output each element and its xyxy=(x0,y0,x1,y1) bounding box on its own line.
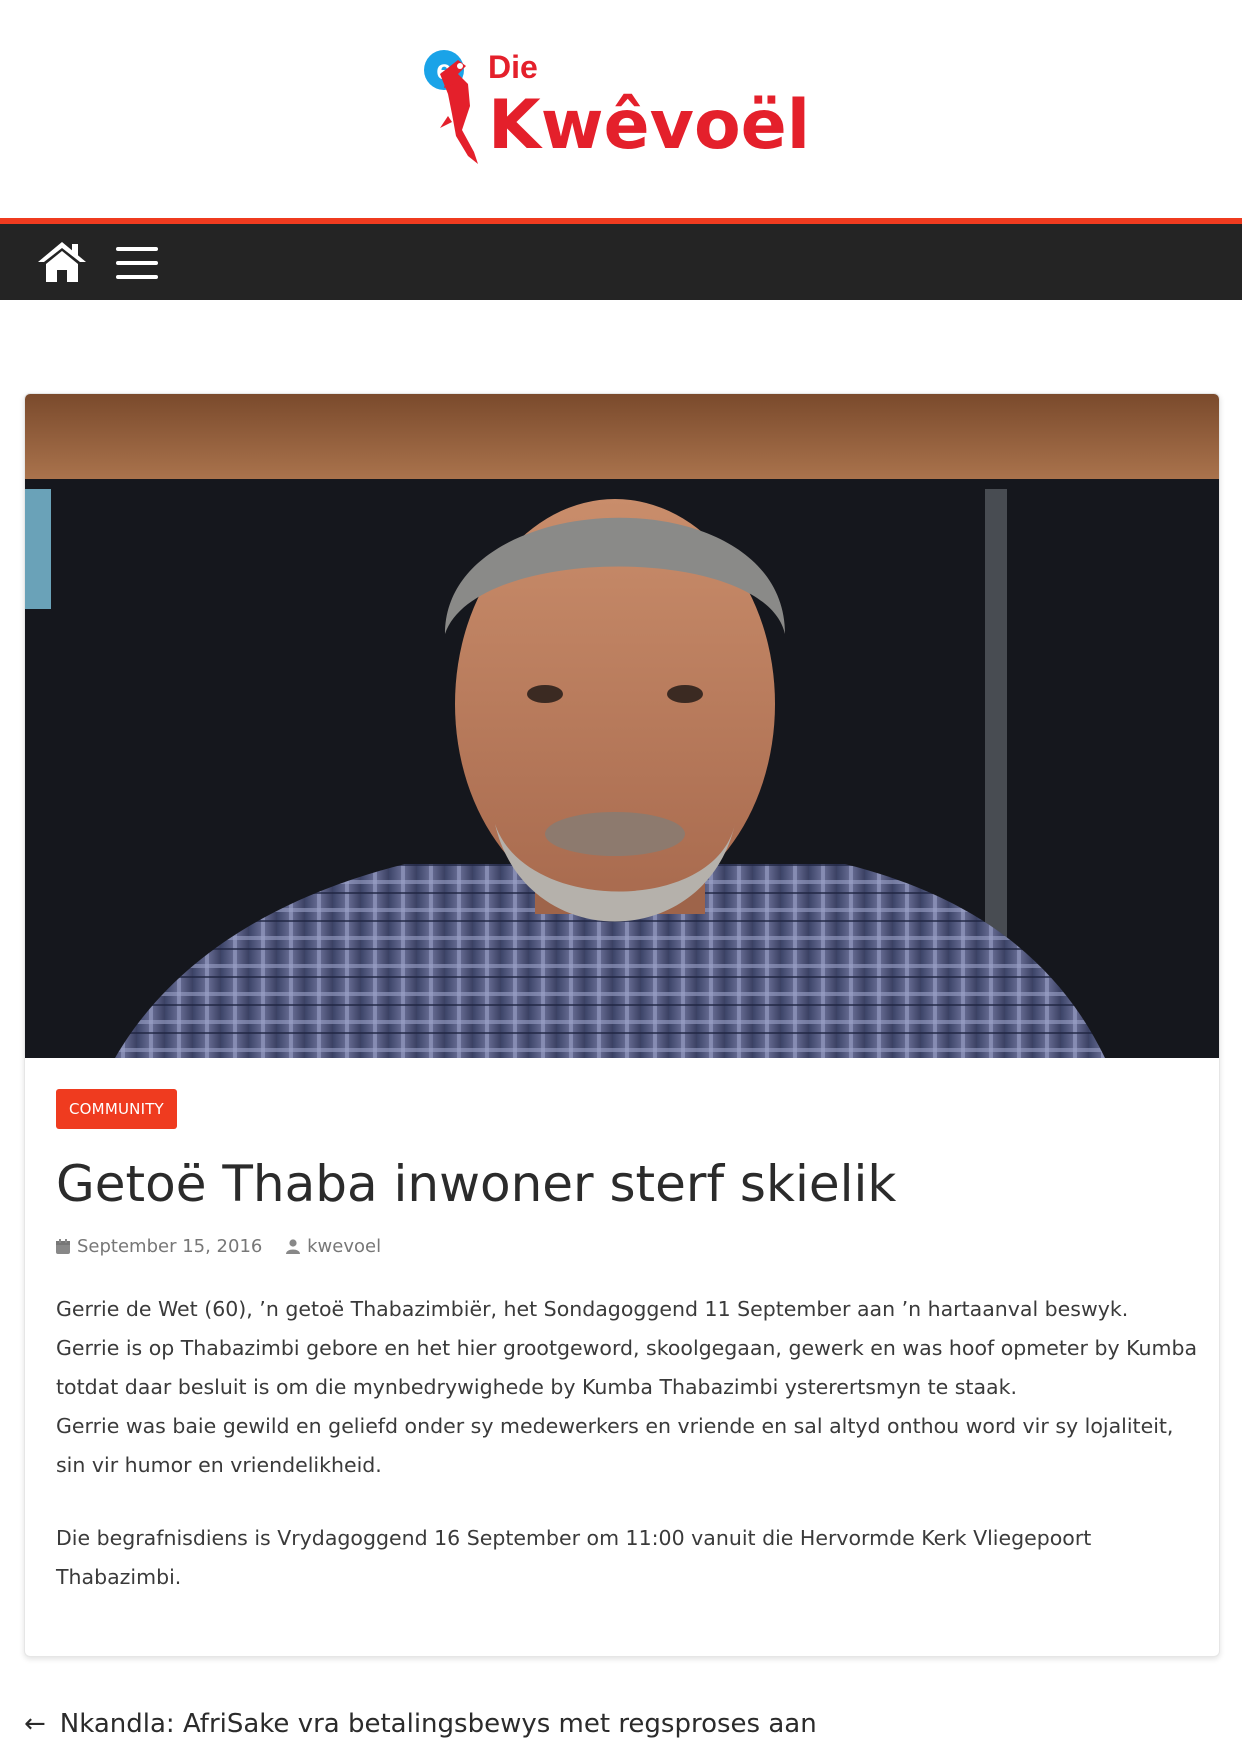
post-author[interactable]: kwevoel xyxy=(286,1236,381,1257)
article-paragraph: Gerrie de Wet (60), ’n getoë Thabazimbië… xyxy=(56,1297,1129,1321)
logo-die-text: Die xyxy=(488,49,538,85)
calendar-icon xyxy=(56,1239,70,1254)
article-paragraph: Gerrie was baie gewild en geliefd onder … xyxy=(56,1414,1174,1477)
article-title: Getoë Thaba inwoner sterf skielik xyxy=(56,1155,897,1213)
site-header: e Die Kwêvoël xyxy=(0,0,1242,218)
bird-icon xyxy=(440,60,478,164)
home-button[interactable] xyxy=(36,238,88,286)
article-paragraph: Die begrafnisdiens is Vrydagoggend 16 Se… xyxy=(56,1526,1092,1589)
site-logo[interactable]: e Die Kwêvoël xyxy=(418,44,818,170)
arrow-left-icon: ← xyxy=(24,1709,46,1739)
user-icon xyxy=(286,1239,301,1254)
logo-kwevoel-text: Kwêvoël xyxy=(488,86,810,165)
hamburger-menu-icon xyxy=(116,247,158,279)
home-icon xyxy=(38,242,86,282)
article-meta: September 15, 2016 kwevoel xyxy=(56,1236,399,1260)
featured-image[interactable] xyxy=(25,394,1219,1058)
article-body: Gerrie de Wet (60), ’n getoë Thabazimbië… xyxy=(56,1290,1206,1597)
article-card: COMMUNITY Getoë Thaba inwoner sterf skie… xyxy=(24,393,1220,1657)
article-paragraph: Gerrie is op Thabazimbi gebore en het hi… xyxy=(56,1336,1198,1399)
main-navigation-bar xyxy=(0,224,1242,300)
menu-toggle-button[interactable] xyxy=(114,244,162,282)
post-author-text: kwevoel xyxy=(307,1236,382,1257)
post-date-text: September 15, 2016 xyxy=(77,1236,263,1257)
previous-post-title: Nkandla: AfriSake vra betalingsbewys met… xyxy=(59,1709,817,1739)
previous-post-link[interactable]: ← Nkandla: AfriSake vra betalingsbewys me… xyxy=(24,1703,817,1745)
post-date[interactable]: September 15, 2016 xyxy=(56,1236,262,1257)
category-badge[interactable]: COMMUNITY xyxy=(56,1089,177,1129)
